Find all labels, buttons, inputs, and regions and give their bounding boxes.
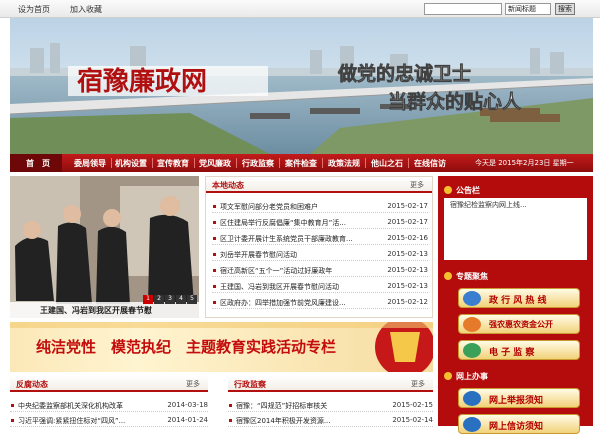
fanfu-title: 反腐动态: [16, 380, 48, 389]
nav-item-education[interactable]: 宣传教育: [157, 158, 189, 169]
local-news-more[interactable]: 更多: [410, 180, 424, 190]
supervision-more[interactable]: 更多: [411, 379, 425, 389]
fanfu-row[interactable]: 中央纪委监察部机关深化机构改革 2014-03-18: [10, 398, 208, 412]
news-row[interactable]: 王建国、冯岩到我区开展春节慰问活动 2015-02-13: [212, 279, 428, 293]
pager-1[interactable]: 1: [143, 295, 153, 304]
online-header: 网上办事: [438, 368, 593, 384]
nav-item-party[interactable]: 党风廉政: [199, 158, 231, 169]
photo-caption: 王建国、冯岩到我区开展春节慰: [40, 305, 152, 315]
special-topic-banner[interactable]: 纯洁党性 模范执纪 主题教育实践活动专栏: [10, 322, 433, 372]
news-row[interactable]: 宿迁高新区“五个一”活动过好廉政年 2015-02-13: [212, 263, 428, 277]
notice-board: 宿豫纪检监察内网上线...: [444, 198, 587, 260]
promo-text: 纯洁党性 模范执纪 主题教育实践活动专栏: [36, 338, 337, 356]
online-icon: [444, 372, 452, 380]
search-input[interactable]: [424, 3, 502, 15]
pager-4[interactable]: 4: [176, 295, 186, 304]
notice-text[interactable]: 宿豫纪检监察内网上线...: [450, 200, 527, 210]
funds-public-button[interactable]: 强农惠农资金公开: [458, 314, 580, 334]
current-date: 今天是 2015年2月23日 星期一: [475, 159, 574, 167]
banner-image: 宿豫廉政网 做党的忠诚卫士 当群众的贴心人: [10, 18, 593, 154]
local-news-header: 本地动态 更多: [206, 177, 432, 193]
banner-slogan-2: 当群众的贴心人: [388, 90, 522, 113]
special-title: 专题聚焦: [456, 272, 488, 281]
news-row[interactable]: 刘岳举开展春节慰问活动 2015-02-13: [212, 247, 428, 261]
nav-item-others[interactable]: 他山之石: [371, 158, 403, 169]
supervision-row[interactable]: 宿豫：“四规范”好招标审核关 2015-02-15: [228, 398, 433, 412]
special-icon: [444, 272, 452, 280]
online-title: 网上办事: [456, 372, 488, 381]
main-nav: 首 页 委局领导 机构设置 宣传教育 党风廉政 行政监察 案件检查 政策法规 他…: [10, 154, 593, 172]
nav-item-leaders[interactable]: 委局领导: [74, 158, 106, 169]
hotline-icon: [463, 291, 481, 306]
pager-2[interactable]: 2: [154, 295, 164, 304]
notice-title: 公告栏: [456, 186, 480, 195]
supervision-row[interactable]: 宿豫区2014年积极开发资源... 2015-02-14: [228, 413, 433, 427]
pager-5[interactable]: 5: [187, 295, 197, 304]
funds-icon: [463, 317, 481, 332]
top-bar: 设为首页 加入收藏 新闻标题 搜索: [0, 0, 600, 18]
add-favorite-link[interactable]: 加入收藏: [70, 4, 102, 15]
e-supervision-icon: [463, 343, 481, 358]
pager-3[interactable]: 3: [165, 295, 175, 304]
local-news-title: 本地动态: [212, 181, 244, 190]
banner: 宿豫廉政网 做党的忠诚卫士 当群众的贴心人: [10, 18, 593, 154]
notice-header: 公告栏: [438, 182, 593, 198]
special-header: 专题聚焦: [438, 268, 593, 284]
photo-slideshow[interactable]: 王建国、冯岩到我区开展春节慰 1 2 3 4 5: [10, 176, 199, 318]
fanfu-more[interactable]: 更多: [186, 379, 200, 389]
nav-item-policy[interactable]: 政策法规: [328, 158, 360, 169]
nav-item-supervision[interactable]: 行政监察: [242, 158, 274, 169]
nav-item-home[interactable]: 首 页: [26, 158, 50, 169]
notice-icon: [444, 186, 452, 194]
petition-icon: [463, 417, 481, 432]
supervision-header: 行政监察 更多: [228, 376, 433, 392]
news-row[interactable]: 区卫计委开展计生系统党员干部廉政教育... 2015-02-16: [212, 231, 428, 245]
right-sidebar: 公告栏 宿豫纪检监察内网上线... 专题聚焦 政 行 风 热 线 强农惠农资金公…: [438, 176, 593, 434]
nav-item-petition[interactable]: 在线信访: [414, 158, 446, 169]
report-icon: [463, 391, 481, 406]
e-supervision-button[interactable]: 电 子 监 察: [458, 340, 580, 360]
search-button[interactable]: 搜索: [555, 3, 575, 15]
fanfu-header: 反腐动态 更多: [10, 376, 208, 392]
hotline-button[interactable]: 政 行 风 热 线: [458, 288, 580, 308]
nav-item-structure[interactable]: 机构设置: [115, 158, 147, 169]
search-type-select[interactable]: 新闻标题: [505, 3, 551, 15]
news-row[interactable]: 项文军慰问部分老党员和困难户 2015-02-17: [212, 199, 428, 213]
supervision-title: 行政监察: [234, 380, 266, 389]
banner-slogan-1: 做党的忠诚卫士: [337, 62, 471, 85]
site-logo: 宿豫廉政网: [77, 66, 207, 97]
petition-guide-button[interactable]: 网上信访须知: [458, 414, 580, 434]
report-guide-button[interactable]: 网上举报须知: [458, 388, 580, 408]
news-row[interactable]: 区政府办：四举措加强节前党风廉建设... 2015-02-12: [212, 295, 428, 309]
fanfu-row[interactable]: 习近平强调:紧紧扭住标对“四风”... 2014-01-24: [10, 413, 208, 427]
set-homepage-link[interactable]: 设为首页: [18, 4, 50, 15]
news-row[interactable]: 区住建局举行反腐倡廉“集中教育月”活... 2015-02-17: [212, 215, 428, 229]
nav-item-cases[interactable]: 案件检查: [285, 158, 317, 169]
photo-pager: 1 2 3 4 5: [143, 295, 199, 304]
local-news-panel: 本地动态 更多 项文军慰问部分老党员和困难户 2015-02-17 区住建局举行反…: [205, 176, 433, 318]
